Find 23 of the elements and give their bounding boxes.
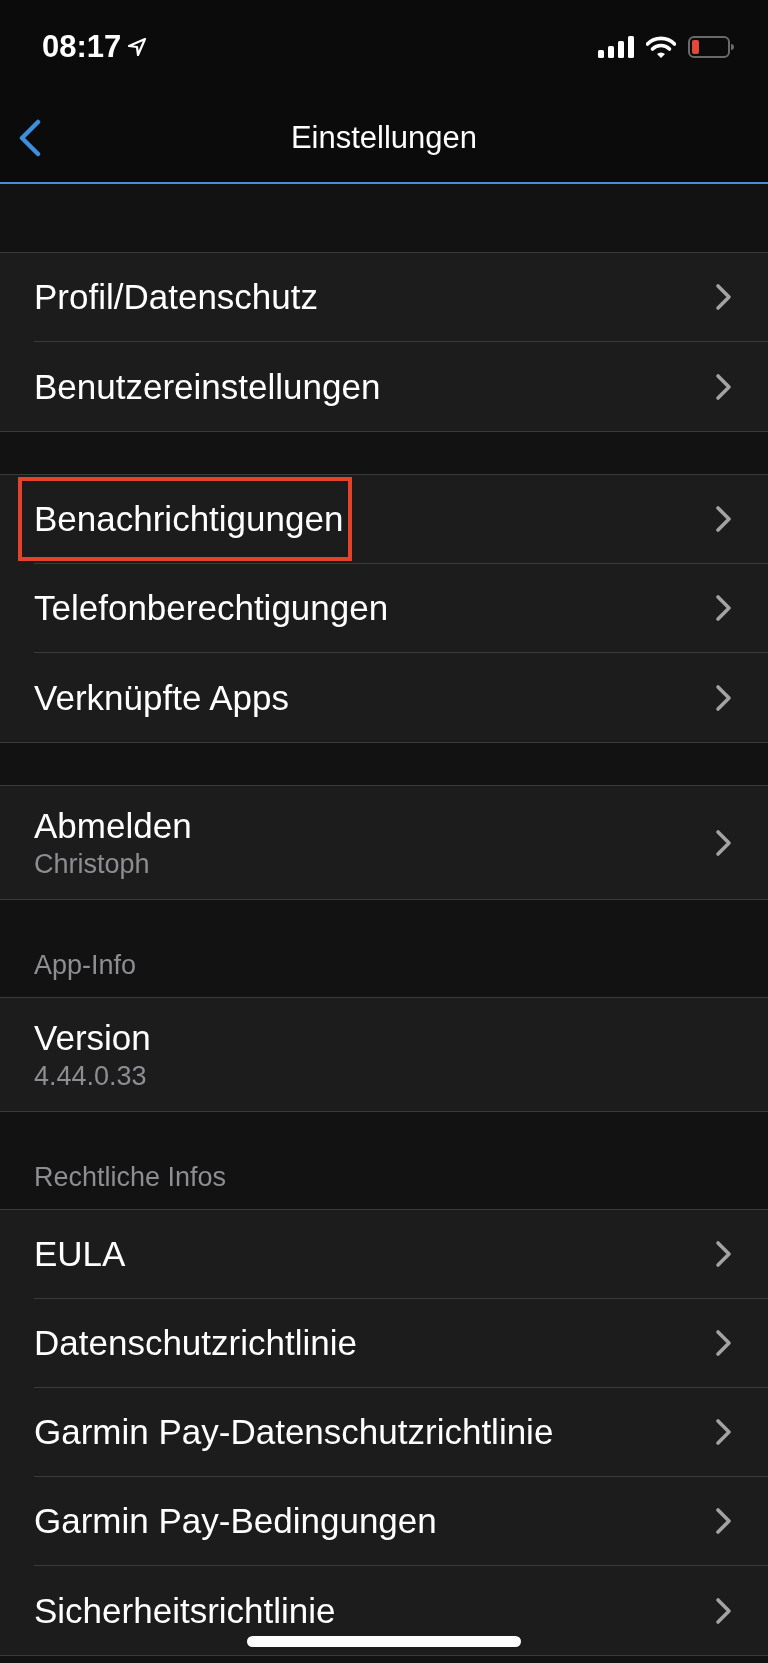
row-label: Verknüpfte Apps <box>34 677 289 718</box>
row-label: Garmin Pay-Bedingungen <box>34 1501 437 1541</box>
row-label: Abmelden <box>34 805 192 846</box>
back-chevron-icon <box>18 119 42 157</box>
row-label: Datenschutzrichtlinie <box>34 1323 357 1363</box>
signal-icon <box>598 36 634 58</box>
row-label: Benachrichtigungen <box>34 499 344 539</box>
row-label: Garmin Pay-Datenschutzrichtlinie <box>34 1412 554 1452</box>
row-label: EULA <box>34 1234 126 1274</box>
location-arrow-icon <box>127 37 148 57</box>
status-time: 08:17 <box>42 29 122 65</box>
row-detail: Christoph <box>34 847 151 880</box>
section-header: App-Info <box>34 949 137 981</box>
wifi-icon <box>646 36 676 58</box>
battery-icon <box>688 36 734 58</box>
row-detail: 4.44.0.33 <box>34 1059 148 1092</box>
row-label: Profil/Datenschutz <box>34 277 319 317</box>
section-header: Rechtliche Infos <box>34 1161 227 1193</box>
row-label: Sicherheitsrichtlinie <box>34 1590 336 1631</box>
row-label: Benutzereinstellungen <box>34 366 381 407</box>
screen-title: Einstellungen <box>290 119 478 157</box>
row-label: Version <box>34 1017 151 1058</box>
row-label: Telefonberechtigungen <box>34 588 389 628</box>
